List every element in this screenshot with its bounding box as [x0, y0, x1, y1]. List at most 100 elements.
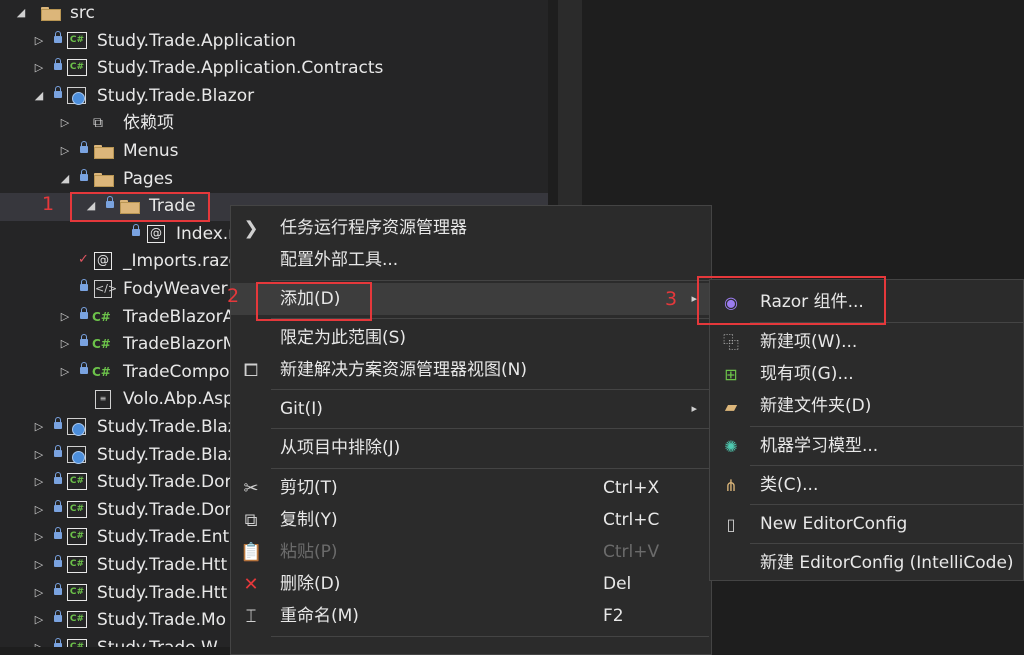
menu-item-label: 粘贴(P) [280, 542, 338, 562]
menu-item-cut[interactable]: ✂ 剪切(T) Ctrl+X [231, 472, 711, 504]
tree-item-dependencies[interactable]: ▷ ⧉ 依赖项 [0, 110, 548, 138]
rename-icon: ⌶ [245, 606, 257, 627]
csharp-file-icon: C# [92, 309, 111, 324]
menu-item-label: 删除(D) [280, 574, 341, 594]
context-menu: ❯ 任务运行程序资源管理器 配置外部工具... 添加(D) ▸ 限定为此范围(S… [230, 205, 712, 655]
submenu-item-label: 类(C)... [760, 475, 819, 495]
collapsed-arrow-icon[interactable]: ▷ [60, 310, 70, 324]
expanded-arrow-icon[interactable]: ◢ [60, 172, 70, 186]
submenu-item-ml-model[interactable]: ✺ 机器学习模型... [710, 430, 1023, 462]
tree-item-label: Study.Trade.Dor [97, 499, 232, 520]
ml-model-icon: ✺ [724, 437, 738, 456]
menu-item-label: 从项目中排除(J) [280, 438, 401, 458]
submenu-item-new-folder[interactable]: ▰ 新建文件夹(D) [710, 390, 1023, 422]
submenu-item-label: 新建项(W)... [760, 332, 858, 352]
submenu-item-new-editorconfig[interactable]: ▯ New EditorConfig [710, 508, 1023, 540]
tree-item-project[interactable]: ▷ C# Study.Trade.Application [0, 28, 548, 56]
csharp-project-icon: C# [67, 473, 87, 491]
collapsed-arrow-icon[interactable]: ▷ [34, 34, 44, 48]
collapsed-arrow-icon[interactable]: ▷ [34, 530, 44, 544]
collapsed-arrow-icon[interactable]: ▷ [60, 144, 70, 158]
submenu-item-class[interactable]: ⋔ 类(C)... [710, 469, 1023, 501]
tree-item-project[interactable]: ◢ Study.Trade.Blazor [0, 83, 548, 111]
lock-icon [80, 334, 88, 347]
tree-item-folder[interactable]: ▷ Menus [0, 138, 548, 166]
collapsed-arrow-icon[interactable]: ▷ [34, 61, 44, 75]
menu-item-label: 复制(Y) [280, 510, 338, 530]
menu-separator [271, 428, 709, 429]
lock-icon [80, 279, 88, 292]
annotation-box-1 [70, 192, 210, 222]
csharp-project-icon: C# [67, 611, 87, 629]
expanded-arrow-icon[interactable]: ◢ [34, 89, 44, 103]
menu-item-shortcut: Ctrl+X [603, 478, 660, 498]
menu-separator [750, 465, 1023, 466]
folder-icon [94, 172, 114, 187]
tree-item-label: Study.Trade.Application [97, 30, 296, 51]
menu-item-scope[interactable]: 限定为此范围(S) [231, 322, 711, 354]
collapsed-arrow-icon[interactable]: ▷ [34, 475, 44, 489]
xml-file-icon: </> [94, 280, 117, 298]
menu-item-shortcut: Ctrl+V [603, 542, 660, 562]
tree-item-project[interactable]: ▷ C# Study.Trade.Application.Contracts [0, 55, 548, 83]
menu-item-delete[interactable]: ✕ 删除(D) Del [231, 568, 711, 600]
tree-item-label: 依赖项 [123, 113, 174, 134]
csharp-project-icon: C# [67, 31, 87, 49]
menu-item-new-view[interactable]: ⧠ 新建解决方案资源管理器视图(N) [231, 354, 711, 386]
submenu-item-existing-item[interactable]: ⊞ 现有项(G)... [710, 358, 1023, 390]
menu-item-git[interactable]: Git(I) ▸ [231, 393, 711, 425]
menu-separator [750, 543, 1023, 544]
new-view-icon: ⧠ [243, 360, 259, 381]
menu-item-rename[interactable]: ⌶ 重命名(M) F2 [231, 600, 711, 632]
tree-item-folder[interactable]: ◢ Pages [0, 166, 548, 194]
expanded-arrow-icon[interactable]: ◢ [16, 6, 26, 20]
lock-icon [80, 306, 88, 320]
collapsed-arrow-icon[interactable]: ▷ [60, 116, 70, 130]
collapsed-arrow-icon[interactable]: ▷ [34, 448, 44, 462]
tree-item-src[interactable]: ◢ src [0, 0, 548, 28]
submenu-arrow-icon: ▸ [691, 402, 697, 415]
menu-separator [750, 504, 1023, 505]
lock-icon [80, 361, 88, 375]
submenu-item-new-editorconfig-intellicode[interactable]: 新建 EditorConfig (IntelliCode) [710, 547, 1023, 579]
submenu-item-label: 新建文件夹(D) [760, 396, 872, 416]
file-icon: ≡ [95, 390, 111, 410]
collapsed-arrow-icon[interactable]: ▷ [34, 613, 44, 627]
lock-icon [54, 610, 62, 623]
csharp-file-icon: C# [92, 337, 111, 352]
razor-file-icon: @ [147, 224, 165, 243]
collapsed-arrow-icon[interactable]: ▷ [34, 420, 44, 434]
menu-item-external-tools[interactable]: 配置外部工具... [231, 244, 711, 276]
menu-item-label: 配置外部工具... [280, 250, 399, 270]
tree-item-label: Study.Trade.Blaz [97, 417, 237, 437]
submenu-item-label: 现有项(G)... [760, 364, 854, 384]
menu-item-label: 任务运行程序资源管理器 [280, 218, 467, 238]
collapsed-arrow-icon[interactable]: ▷ [34, 503, 44, 517]
tree-item-label: Study.Trade.Htt [97, 555, 228, 575]
lock-icon [132, 223, 140, 237]
csharp-project-icon: C# [67, 59, 87, 77]
collapsed-arrow-icon[interactable]: ▷ [34, 641, 44, 647]
collapsed-arrow-icon[interactable]: ▷ [34, 558, 44, 572]
submenu-item-label: 新建 EditorConfig (IntelliCode) [760, 553, 1014, 573]
lock-icon [54, 472, 62, 485]
razor-file-icon: @ [94, 252, 112, 271]
lock-icon [54, 30, 62, 44]
lock-icon [54, 499, 62, 513]
csharp-project-icon: C# [67, 638, 87, 647]
collapsed-arrow-icon[interactable]: ▷ [60, 365, 70, 379]
collapsed-arrow-icon[interactable]: ▷ [34, 586, 44, 600]
lock-icon [80, 168, 88, 182]
lock-icon [54, 582, 62, 596]
menu-item-exclude[interactable]: 从项目中排除(J) [231, 432, 711, 464]
tree-item-label: Study.Trade.Ent [97, 527, 230, 548]
submenu-item-new-item[interactable]: ⿻ 新建项(W)... [710, 326, 1023, 358]
tree-item-label: Volo.Abp.Asp [123, 389, 234, 410]
class-icon: ⋔ [724, 476, 738, 495]
menu-item-task-runner[interactable]: ❯ 任务运行程序资源管理器 [231, 212, 711, 244]
menu-item-shortcut: Ctrl+C [603, 510, 660, 530]
menu-item-copy[interactable]: ⧉ 复制(Y) Ctrl+C [231, 504, 711, 536]
copy-icon: ⧉ [244, 510, 258, 531]
collapsed-arrow-icon[interactable]: ▷ [60, 337, 70, 351]
annotation-number-3: 3 [665, 288, 678, 310]
